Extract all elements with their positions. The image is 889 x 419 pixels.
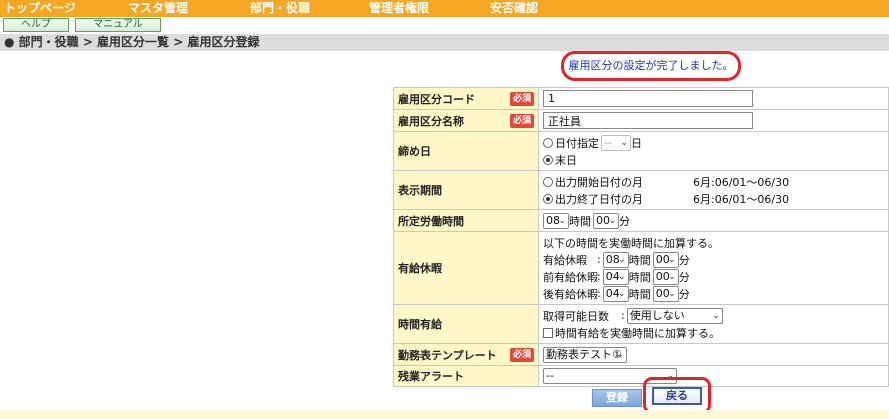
required-badge: 必須	[509, 91, 534, 106]
closing-date-radio[interactable]	[543, 137, 553, 148]
required-badge: 必須	[509, 113, 534, 128]
employment-form: 雇用区分コード 必須 雇用区分名称 必須 締め日 日付指定 --⌄ 日 末日	[393, 87, 889, 387]
nav-safety-check[interactable]: 安否確認	[490, 1, 538, 16]
name-input[interactable]	[543, 112, 753, 129]
nav-top-page[interactable]: トップページ	[4, 1, 76, 16]
breadcrumb: ● 部門・役職 > 雇用区分一覧 > 雇用区分登録	[0, 34, 889, 51]
period-end-radio[interactable]	[543, 193, 553, 204]
register-button[interactable]: 登録	[592, 389, 642, 407]
display-period-label: 表示期間	[393, 170, 539, 210]
name-label: 雇用区分名称 必須	[393, 109, 539, 132]
hourly-leave-days-select[interactable]: 使用しない ⌄	[626, 307, 723, 324]
hourly-leave-add-checkbox[interactable]	[543, 327, 553, 338]
nav-admin-permission[interactable]: 管理者権限	[369, 1, 429, 16]
period-start-radio[interactable]	[543, 176, 553, 187]
success-message: 雇用区分の設定が完了しました。	[561, 51, 741, 81]
code-label: 雇用区分コード 必須	[393, 87, 539, 110]
help-button[interactable]: ヘルプ	[3, 18, 69, 32]
work-minute-select[interactable]: 00 ⌄	[593, 212, 619, 229]
nav-master[interactable]: マスタ管理	[128, 1, 188, 16]
nav-department[interactable]: 部門・役職	[250, 1, 310, 16]
work-hour-select[interactable]: 08 ⌄	[543, 212, 569, 229]
overtime-label: 残業アラート	[393, 365, 539, 387]
pm-leave-minute-select[interactable]: 00 ⌄	[652, 285, 679, 302]
template-select[interactable]: 勤務表テスト① ⌄	[543, 346, 627, 363]
footer-bar	[0, 410, 889, 419]
work-hours-label: 所定労働時間	[393, 209, 539, 232]
am-leave-hour-select[interactable]: 04 ⌄	[602, 268, 629, 285]
code-input[interactable]	[543, 90, 753, 107]
closing-label: 締め日	[393, 131, 539, 171]
top-navigation: トップページ マスタ管理 部門・役職 管理者権限 安否確認	[0, 0, 889, 17]
am-leave-minute-select[interactable]: 00 ⌄	[652, 268, 679, 285]
paid-leave-minute-select[interactable]: 00 ⌄	[652, 251, 679, 268]
closing-month-end-radio[interactable]	[543, 154, 553, 165]
pm-leave-hour-select[interactable]: 04 ⌄	[602, 285, 629, 302]
manual-button[interactable]: マニュアル	[75, 18, 161, 32]
paid-leave-label: 有給休暇	[393, 231, 539, 305]
template-label: 勤務表テンプレート 必須	[393, 343, 539, 366]
closing-day-select[interactable]: -- ⌄	[601, 134, 631, 151]
required-badge: 必須	[509, 347, 534, 362]
hourly-leave-label: 時間有給	[393, 304, 539, 344]
paid-leave-hour-select[interactable]: 08 ⌄	[602, 251, 629, 268]
back-button[interactable]: 戻る	[652, 387, 702, 405]
